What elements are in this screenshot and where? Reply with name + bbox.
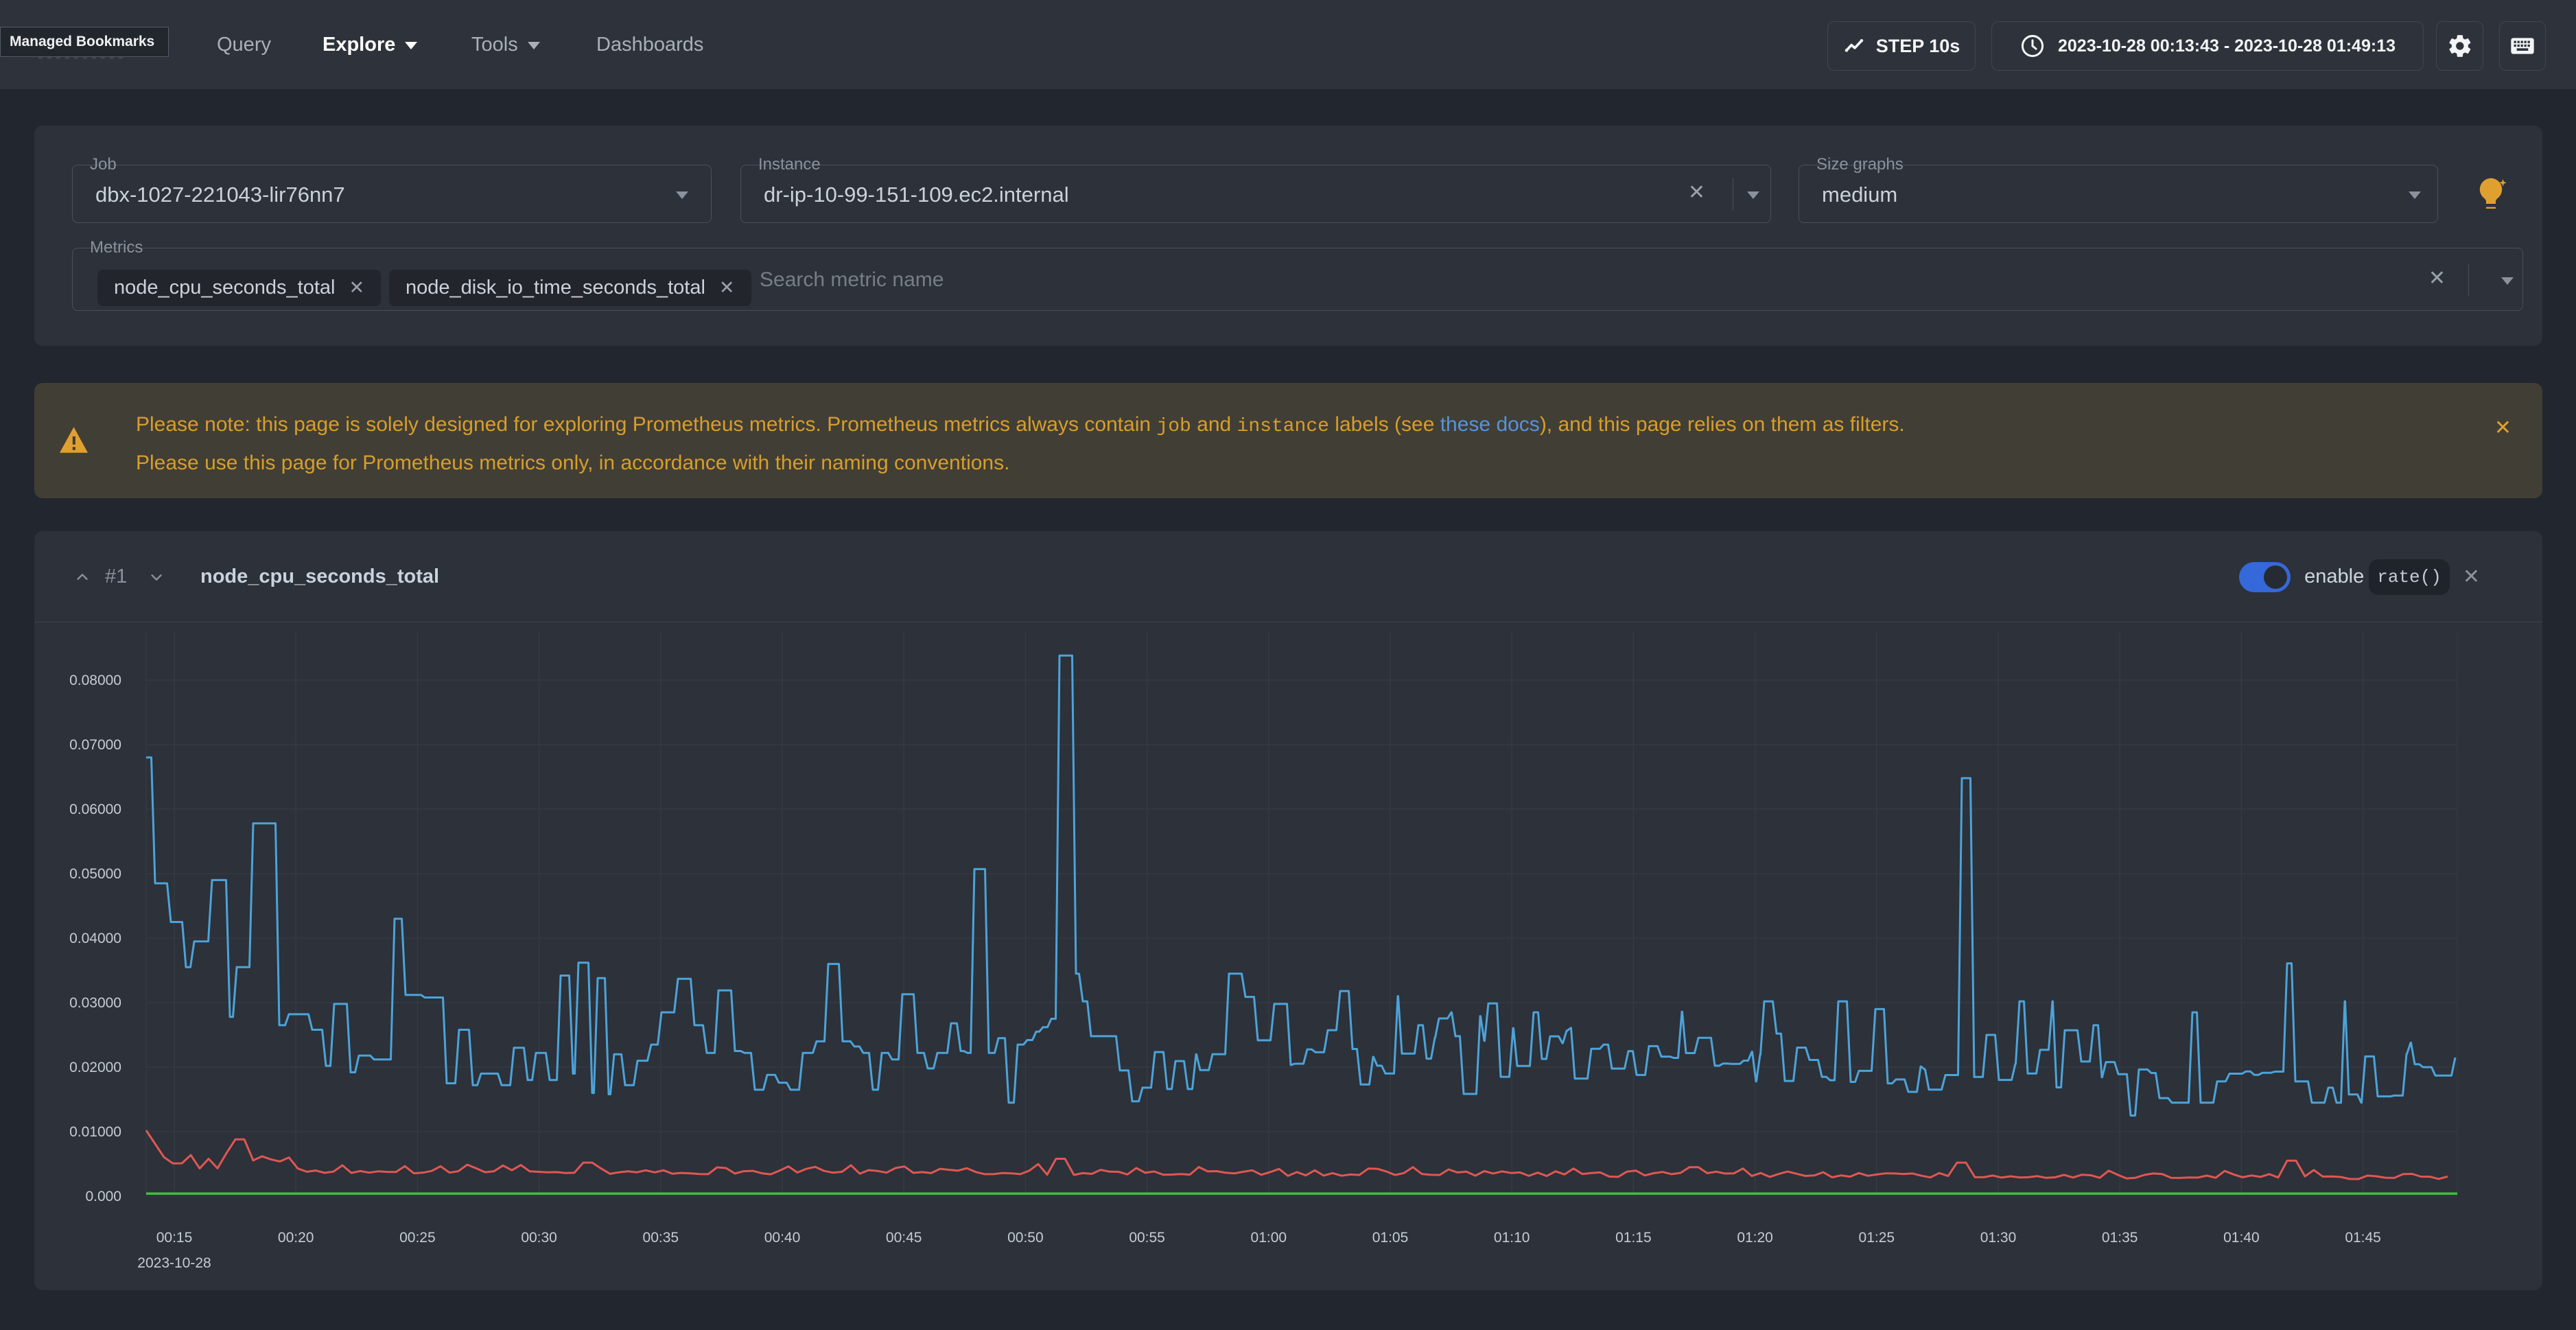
svg-text:01:20: 01:20 bbox=[1737, 1230, 1773, 1246]
svg-text:0.03000: 0.03000 bbox=[69, 995, 121, 1011]
svg-text:0.06000: 0.06000 bbox=[69, 802, 121, 817]
svg-text:01:40: 01:40 bbox=[2223, 1230, 2260, 1246]
svg-text:00:15: 00:15 bbox=[156, 1230, 193, 1246]
svg-text:2023-10-28: 2023-10-28 bbox=[137, 1255, 211, 1271]
svg-text:0.07000: 0.07000 bbox=[69, 737, 121, 753]
svg-text:01:45: 01:45 bbox=[2345, 1230, 2381, 1246]
svg-text:00:35: 00:35 bbox=[643, 1230, 679, 1246]
svg-text:01:00: 01:00 bbox=[1251, 1230, 1287, 1246]
svg-text:0.02000: 0.02000 bbox=[69, 1060, 121, 1075]
svg-text:01:35: 01:35 bbox=[2102, 1230, 2138, 1246]
svg-text:0.05000: 0.05000 bbox=[69, 866, 121, 882]
svg-text:00:45: 00:45 bbox=[886, 1230, 922, 1246]
svg-text:00:30: 00:30 bbox=[521, 1230, 557, 1246]
svg-text:0.01000: 0.01000 bbox=[69, 1124, 121, 1140]
svg-text:00:20: 00:20 bbox=[278, 1230, 314, 1246]
svg-text:01:10: 01:10 bbox=[1494, 1230, 1530, 1246]
svg-text:00:55: 00:55 bbox=[1129, 1230, 1165, 1246]
svg-text:0.08000: 0.08000 bbox=[69, 673, 121, 688]
svg-text:01:25: 01:25 bbox=[1859, 1230, 1895, 1246]
svg-text:01:30: 01:30 bbox=[1980, 1230, 2017, 1246]
svg-text:0.04000: 0.04000 bbox=[69, 931, 121, 946]
svg-text:01:05: 01:05 bbox=[1372, 1230, 1409, 1246]
svg-text:00:40: 00:40 bbox=[764, 1230, 801, 1246]
svg-text:00:50: 00:50 bbox=[1007, 1230, 1044, 1246]
svg-text:0.000: 0.000 bbox=[85, 1189, 121, 1204]
svg-text:01:15: 01:15 bbox=[1615, 1230, 1652, 1246]
svg-text:00:25: 00:25 bbox=[399, 1230, 436, 1246]
